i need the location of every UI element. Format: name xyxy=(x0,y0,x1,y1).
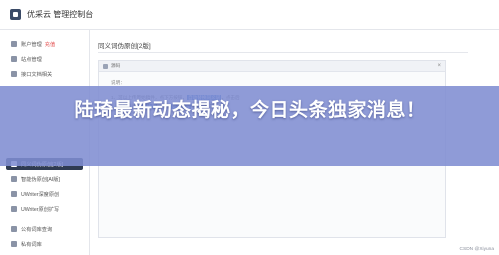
recharge-badge[interactable]: 充值 xyxy=(45,41,55,48)
sidebar-item-label: 私有词库 xyxy=(21,241,42,248)
sidebar-item-api-docs[interactable]: 接口文档相关 xyxy=(6,68,83,80)
close-icon[interactable]: × xyxy=(437,63,441,69)
sidebar-item-label: 智能伪原创[AI版] xyxy=(21,176,60,183)
sidebar-item-private-thesaurus[interactable]: 私有词库 xyxy=(6,238,83,250)
sidebar-item-label: 站点管理 xyxy=(21,56,42,63)
logo-icon xyxy=(10,9,21,20)
sidebar-item-sites[interactable]: 站点管理 xyxy=(6,53,83,65)
pen-icon xyxy=(11,191,17,197)
source-code-button[interactable]: 源码 xyxy=(111,63,120,69)
page-title: 同义词伪原创[2版] xyxy=(98,43,151,50)
top-bar: 优采云 管理控制台 xyxy=(0,0,499,30)
divider xyxy=(98,52,468,53)
pen-icon xyxy=(11,206,17,212)
sidebar-item-label: UWriter原创扩写 xyxy=(21,206,60,213)
site-icon xyxy=(11,56,17,62)
user-icon xyxy=(11,41,17,47)
sidebar-item-uwriter-deep[interactable]: UWriter深度原创 xyxy=(6,188,83,200)
ai-icon xyxy=(11,176,17,182)
library-icon xyxy=(11,226,17,232)
sidebar-item-account[interactable]: 账户管理 充值 xyxy=(6,38,83,50)
app-title: 优采云 管理控制台 xyxy=(27,10,94,19)
watermark: CSDN @Xiyuna xyxy=(459,247,494,252)
sidebar-item-public-thesaurus[interactable]: 公有词库查询 xyxy=(6,223,83,235)
sidebar-item-uwriter-expand[interactable]: UWriter原创扩写 xyxy=(6,203,83,215)
sidebar-item-label: UWriter深度原创 xyxy=(21,191,60,198)
sidebar-item-label: 账户管理 xyxy=(21,41,42,48)
headline-text: 陆琦最新动态揭秘，今日头条独家消息！ xyxy=(74,99,426,121)
sidebar-item-label: 公有词库查询 xyxy=(21,226,53,233)
source-code-icon[interactable] xyxy=(103,63,108,69)
editor-toolbar: 源码 × xyxy=(99,61,445,72)
library-icon xyxy=(11,241,17,247)
sidebar-item-label: 接口文档相关 xyxy=(21,71,53,78)
sidebar-item-ai-rewrite[interactable]: 智能伪原创[AI版] xyxy=(6,173,83,185)
doc-icon xyxy=(11,71,17,77)
